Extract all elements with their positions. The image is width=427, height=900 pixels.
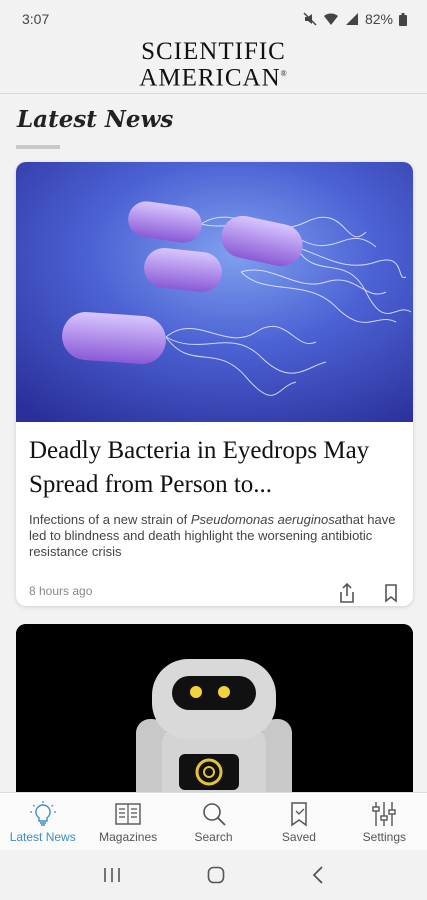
article-timestamp: 8 hours ago bbox=[29, 584, 93, 598]
status-time: 3:07 bbox=[22, 11, 50, 27]
sliders-icon bbox=[372, 802, 397, 826]
logo-line-1: SCIENTIFIC bbox=[141, 38, 286, 66]
bookmark-icon[interactable] bbox=[383, 583, 399, 603]
magazine-icon bbox=[115, 803, 141, 825]
logo-mark: ® bbox=[280, 69, 288, 79]
mute-icon bbox=[303, 12, 317, 26]
logo-line-2: AMERICAN® bbox=[139, 63, 288, 92]
app-header: SCIENTIFIC AMERICAN® bbox=[0, 38, 427, 94]
home-icon[interactable] bbox=[207, 866, 225, 884]
lightbulb-icon bbox=[29, 801, 56, 826]
article-summary: Infections of a new strain of Pseudomona… bbox=[29, 512, 401, 560]
nav-latest-news[interactable]: Latest News bbox=[0, 793, 85, 850]
nav-magazines[interactable]: Magazines bbox=[85, 793, 170, 850]
status-bar: 3:07 82% bbox=[0, 0, 427, 38]
nav-label: Search bbox=[194, 830, 233, 844]
back-icon[interactable] bbox=[312, 866, 324, 884]
status-icons: 82% bbox=[303, 11, 407, 27]
article-title[interactable]: Deadly Bacteria in Eyedrops May Spread f… bbox=[29, 434, 399, 502]
article-image-bacteria bbox=[16, 162, 413, 422]
wifi-icon bbox=[323, 13, 338, 25]
bookmark-icon bbox=[291, 802, 307, 827]
article-card[interactable]: Deadly Bacteria in Eyedrops May Spread f… bbox=[16, 162, 413, 606]
system-nav-bar bbox=[0, 850, 427, 900]
section-title: Latest News bbox=[17, 106, 174, 133]
search-icon bbox=[202, 803, 226, 826]
nav-saved[interactable]: Saved bbox=[256, 793, 341, 850]
battery-percent: 82% bbox=[364, 11, 393, 27]
summary-text-start: Infections of a new strain of bbox=[29, 512, 191, 527]
nav-search[interactable]: Search bbox=[171, 793, 256, 850]
share-icon[interactable] bbox=[337, 582, 357, 604]
nav-label: Magazines bbox=[99, 830, 158, 844]
bottom-nav: Latest News Magazines Search Saved Setti… bbox=[0, 792, 427, 850]
battery-icon bbox=[399, 12, 407, 26]
signal-icon bbox=[345, 13, 358, 25]
nav-label: Saved bbox=[281, 830, 316, 844]
recent-apps-icon[interactable] bbox=[103, 867, 121, 883]
nav-label: Latest News bbox=[9, 830, 76, 844]
logo-text: AMERICAN bbox=[139, 64, 281, 92]
nav-settings[interactable]: Settings bbox=[342, 793, 427, 850]
nav-label: Settings bbox=[362, 830, 406, 844]
summary-italic-term: Pseudomonas aeruginosa bbox=[190, 512, 342, 527]
section-underline bbox=[16, 145, 60, 149]
